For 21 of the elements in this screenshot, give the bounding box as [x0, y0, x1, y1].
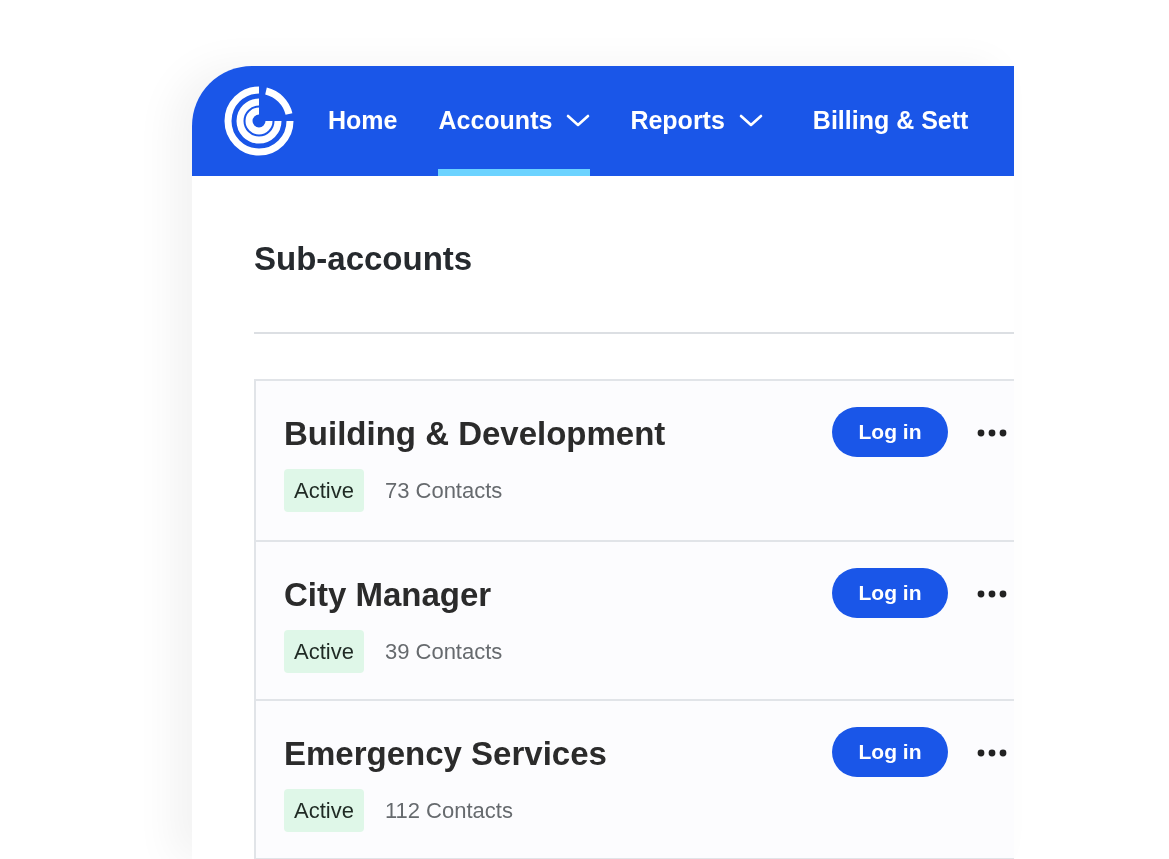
contacts-count: 73 Contacts [384, 476, 503, 505]
nav-tab[interactable]: Reports [630, 66, 763, 176]
page-title: Sub-accounts [254, 239, 474, 279]
contacts-count: 39 Contacts [384, 637, 503, 666]
status-badge: Active [284, 788, 364, 832]
more-options-icon[interactable] [977, 428, 1007, 437]
login-button[interactable]: Log in [832, 406, 948, 457]
login-button[interactable]: Log in [832, 567, 948, 618]
logo-icon [224, 86, 294, 156]
more-options-icon[interactable] [977, 589, 1007, 598]
nav-tab[interactable]: Home [328, 66, 398, 176]
contacts-count: 112 Contacts [384, 796, 513, 825]
status-badge: Active [284, 468, 364, 512]
login-button[interactable]: Log in [832, 726, 948, 777]
nav-tab[interactable]: Billing & Sett [812, 66, 969, 176]
account-name: Emergency Services [284, 733, 608, 774]
more-options-icon[interactable] [977, 748, 1007, 757]
status-badge: Active [284, 629, 364, 673]
nav-tab[interactable]: Accounts [438, 66, 591, 176]
account-name: City Manager [284, 574, 493, 615]
account-name: Building & Development [284, 413, 667, 454]
